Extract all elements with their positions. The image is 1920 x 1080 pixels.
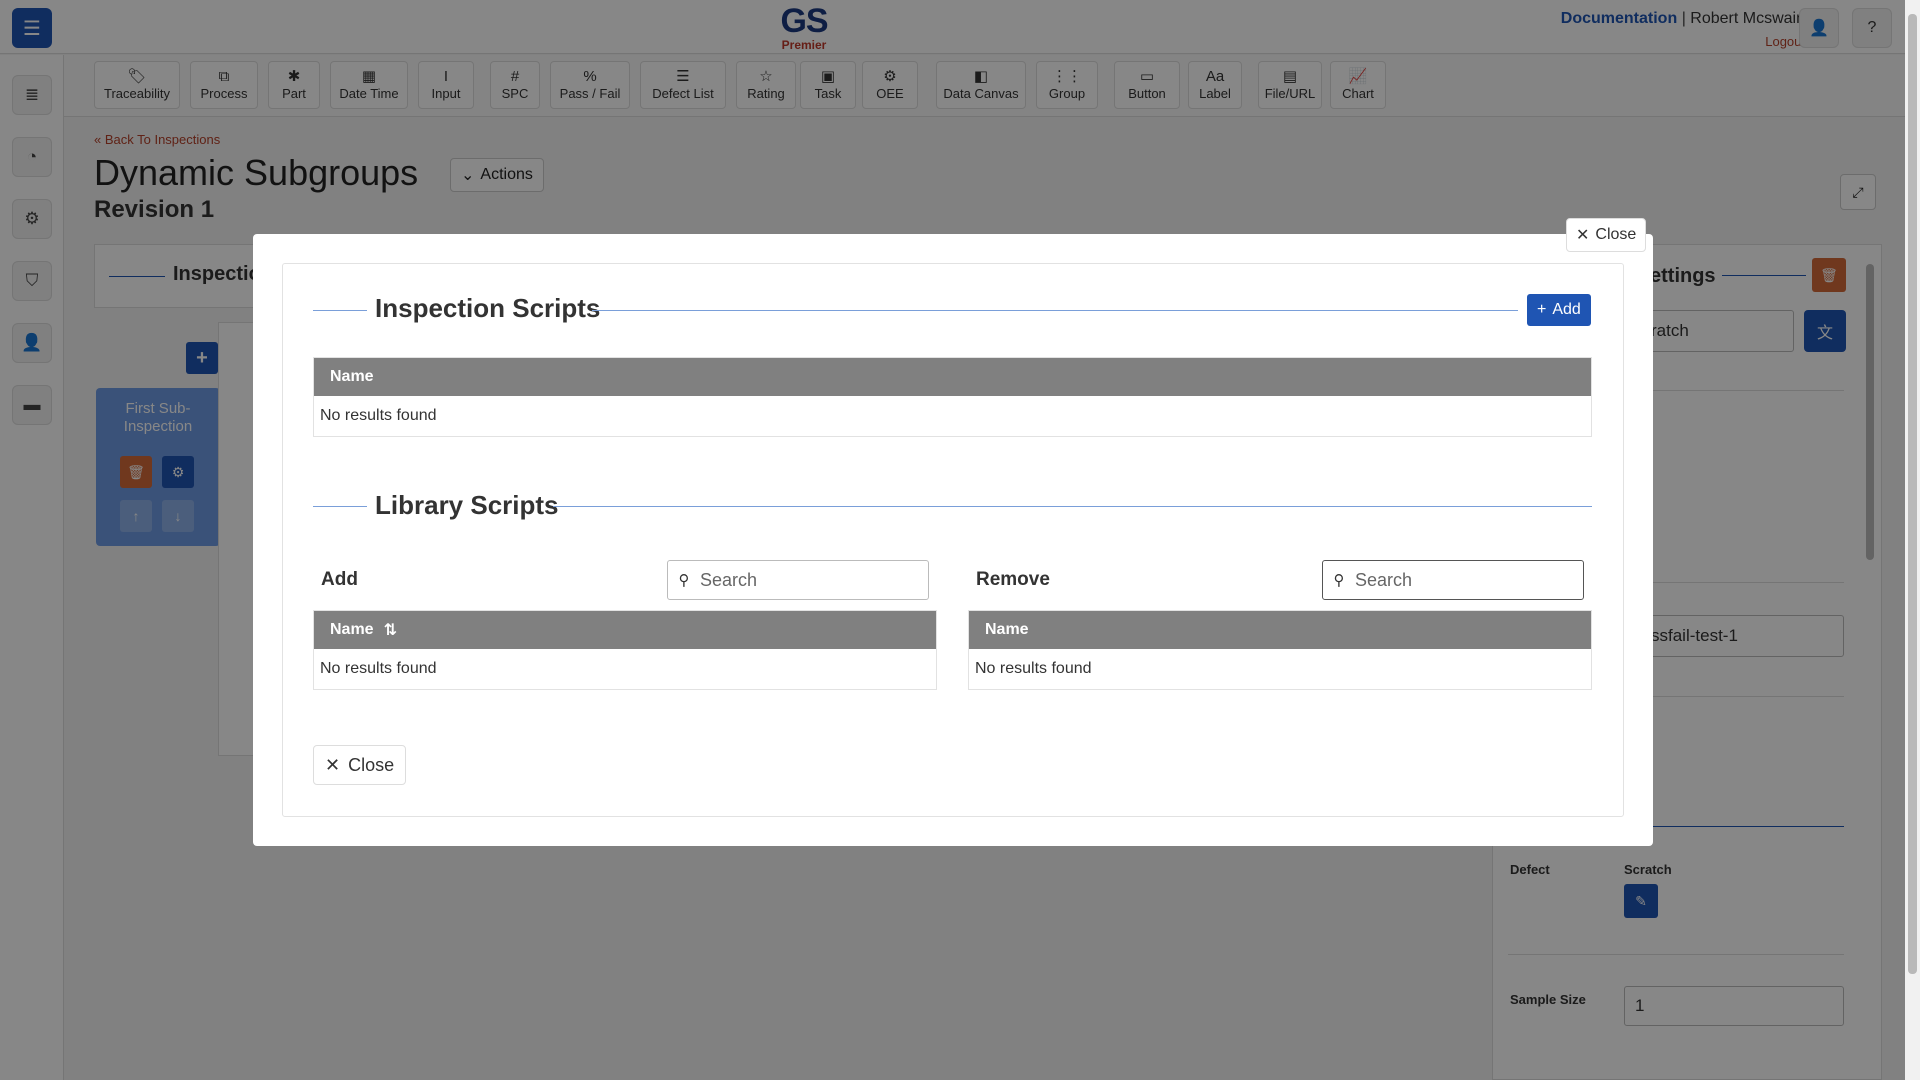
add-inspection-script-button[interactable]: + Add [1527, 294, 1591, 326]
remove-panel-title: Remove [976, 569, 1050, 590]
add-search-input[interactable] [700, 569, 900, 591]
scripts-modal [253, 234, 1653, 846]
add-search-box[interactable]: ⚲ [667, 560, 929, 600]
table-header: Name [314, 358, 1591, 396]
library-scripts-title: Library Scripts [375, 490, 559, 520]
remove-search-box[interactable]: ⚲ [1322, 560, 1584, 600]
section-line-left [313, 310, 367, 311]
close-modal-top-button[interactable]: ✕ Close [1566, 218, 1647, 252]
table-header: Name ⇅ [314, 611, 936, 649]
section-line-left [313, 506, 367, 507]
library-add-table: Name ⇅ No results found [313, 610, 937, 690]
window-scrollbar-thumb[interactable] [1908, 14, 1917, 974]
remove-search-input[interactable] [1355, 569, 1555, 591]
empty-state: No results found [975, 660, 1092, 677]
sort-icon[interactable]: ⇅ [384, 620, 397, 640]
add-label: Add [1552, 301, 1581, 318]
close-bottom-label: Close [348, 754, 395, 775]
close-icon: ✕ [1576, 227, 1590, 244]
inspection-scripts-table: Name No results found [313, 357, 1592, 437]
inspection-scripts-title: Inspection Scripts [375, 293, 601, 323]
close-icon: ✕ [325, 754, 341, 775]
empty-state: No results found [320, 407, 437, 424]
close-modal-bottom-button[interactable]: ✕ Close [313, 745, 407, 785]
section-line-right [553, 506, 1592, 507]
modal-content [282, 263, 1624, 817]
column-header-name[interactable]: Name [330, 368, 374, 386]
add-panel-title: Add [321, 569, 358, 590]
column-header-name[interactable]: Name [330, 621, 374, 639]
close-top-label: Close [1595, 226, 1637, 243]
empty-state: No results found [320, 660, 437, 677]
library-remove-table: Name No results found [968, 610, 1592, 690]
search-icon: ⚲ [678, 572, 690, 589]
column-header-name[interactable]: Name [985, 621, 1029, 639]
table-header: Name [969, 611, 1591, 649]
search-icon: ⚲ [1333, 572, 1345, 589]
plus-icon: + [1537, 301, 1547, 318]
section-line-right [592, 310, 1518, 311]
